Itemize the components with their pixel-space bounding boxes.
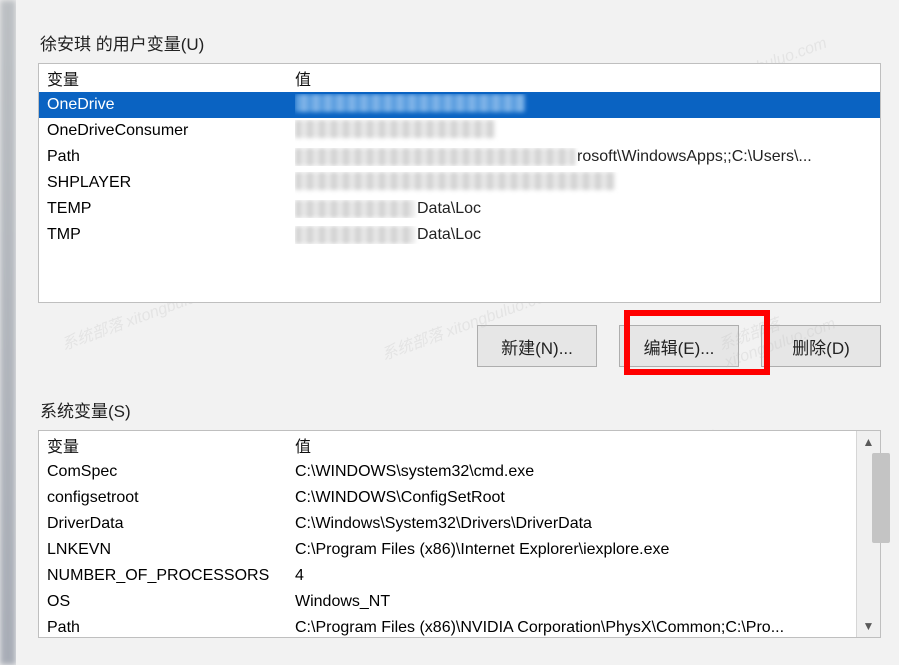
table-row[interactable]: NUMBER_OF_PROCESSORS4 xyxy=(39,563,856,589)
var-name: OneDrive xyxy=(47,96,295,114)
table-row[interactable]: configsetrootC:\WINDOWS\ConfigSetRoot xyxy=(39,485,856,511)
table-row[interactable]: ComSpecC:\WINDOWS\system32\cmd.exe xyxy=(39,459,856,485)
new-button[interactable]: 新建(N)... xyxy=(477,325,597,367)
user-vars-buttons: 新建(N)... 编辑(E)... 删除(D) xyxy=(38,325,881,367)
system-vars-table[interactable]: 变量 值 ComSpecC:\WINDOWS\system32\cmd.exec… xyxy=(38,430,881,638)
scroll-down-icon[interactable]: ▼ xyxy=(857,615,881,637)
table-row[interactable]: OneDrive xyxy=(39,92,880,118)
var-name: TMP xyxy=(47,226,295,244)
scrollbar[interactable]: ▲ ▼ xyxy=(856,431,880,637)
user-vars-label: 徐安琪 的用户变量(U) xyxy=(40,30,881,55)
table-row[interactable]: PathC:\Program Files (x86)\NVIDIA Corpor… xyxy=(39,615,856,637)
var-value: Windows_NT xyxy=(295,593,848,611)
var-name: Path xyxy=(47,148,295,166)
table-row[interactable]: TMPData\Loc xyxy=(39,222,880,248)
var-name: OneDriveConsumer xyxy=(47,122,295,140)
var-name: SHPLAYER xyxy=(47,174,295,192)
var-name: NUMBER_OF_PROCESSORS xyxy=(47,567,295,585)
var-name: configsetroot xyxy=(47,489,295,507)
scroll-up-icon[interactable]: ▲ xyxy=(857,431,881,453)
var-name: Path xyxy=(47,619,295,637)
edit-button[interactable]: 编辑(E)... xyxy=(619,325,739,367)
var-value: C:\Program Files (x86)\Internet Explorer… xyxy=(295,541,848,559)
var-value: Data\Loc xyxy=(295,200,872,218)
table-header: 变量 值 xyxy=(39,431,880,459)
table-row[interactable]: SHPLAYER xyxy=(39,170,880,196)
table-header: 变量 值 xyxy=(39,64,880,92)
system-vars-label: 系统变量(S) xyxy=(40,397,881,422)
var-value: C:\Program Files (x86)\NVIDIA Corporatio… xyxy=(295,619,848,637)
var-name: ComSpec xyxy=(47,463,295,481)
var-name: OS xyxy=(47,593,295,611)
window-left-edge xyxy=(0,0,16,665)
table-row[interactable]: OneDriveConsumer xyxy=(39,118,880,144)
col-header-value[interactable]: 值 xyxy=(295,433,872,457)
table-row[interactable]: DriverDataC:\Windows\System32\Drivers\Dr… xyxy=(39,511,856,537)
col-header-value[interactable]: 值 xyxy=(295,66,872,90)
table-row[interactable]: OSWindows_NT xyxy=(39,589,856,615)
scroll-thumb[interactable] xyxy=(872,453,890,543)
var-value: C:\Windows\System32\Drivers\DriverData xyxy=(295,515,848,533)
delete-button[interactable]: 删除(D) xyxy=(761,325,881,367)
var-value xyxy=(295,172,872,195)
table-row[interactable]: TEMPData\Loc xyxy=(39,196,880,222)
table-row[interactable]: LNKEVNC:\Program Files (x86)\Internet Ex… xyxy=(39,537,856,563)
user-vars-table[interactable]: 变量 值 OneDrive OneDriveConsumer Pathrosoft\… xyxy=(38,63,881,303)
col-header-variable[interactable]: 变量 xyxy=(47,433,295,457)
var-value: 4 xyxy=(295,567,848,585)
table-row[interactable]: Pathrosoft\WindowsApps;;C:\Users\... xyxy=(39,144,880,170)
col-header-variable[interactable]: 变量 xyxy=(47,66,295,90)
var-name: TEMP xyxy=(47,200,295,218)
var-name: LNKEVN xyxy=(47,541,295,559)
var-value: Data\Loc xyxy=(295,226,872,244)
var-value: rosoft\WindowsApps;;C:\Users\... xyxy=(295,148,872,166)
var-value: C:\WINDOWS\system32\cmd.exe xyxy=(295,463,848,481)
var-name: DriverData xyxy=(47,515,295,533)
var-value xyxy=(295,120,872,143)
var-value: C:\WINDOWS\ConfigSetRoot xyxy=(295,489,848,507)
env-vars-panel: 系统部落 xitongbuluo.com 系统部落 xitongbuluo.co… xyxy=(16,0,899,665)
var-value xyxy=(295,94,872,117)
